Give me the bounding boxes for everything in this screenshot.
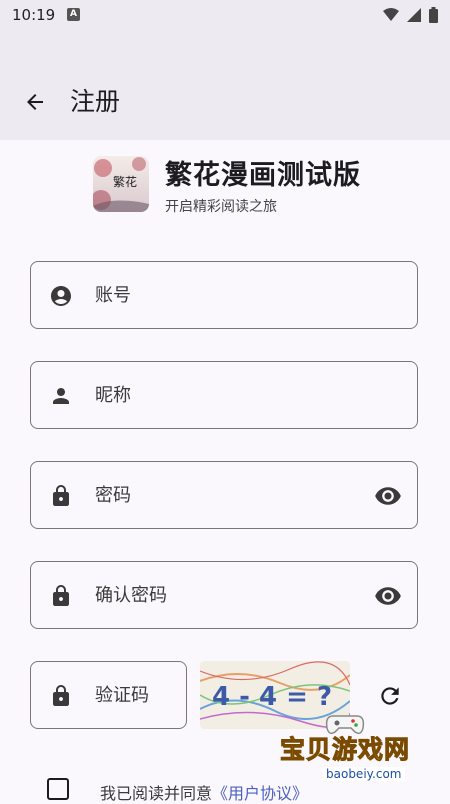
confirm-password-field[interactable]: 确认密码 <box>30 561 418 629</box>
status-bar: 10:19 A <box>0 0 450 32</box>
nickname-field[interactable]: 昵称 <box>30 361 418 429</box>
captcha-text: 4 - 4 = ? <box>212 682 332 712</box>
refresh-icon <box>381 687 399 705</box>
eye-icon <box>375 587 401 605</box>
app-logo: 繁花 <box>93 156 149 212</box>
notification-icon: A <box>67 8 80 21</box>
status-time: 10:19 <box>12 6 56 24</box>
lock-icon <box>53 685 69 706</box>
account-field[interactable]: 账号 <box>30 261 418 329</box>
refresh-captcha-button[interactable] <box>376 682 404 710</box>
account-circle-icon <box>51 286 71 306</box>
arrow-back-icon <box>27 94 43 110</box>
lock-icon <box>53 585 69 606</box>
app-name: 繁花漫画测试版 <box>165 160 361 191</box>
person-icon <box>53 388 69 404</box>
svg-text:繁花: 繁花 <box>113 174 137 189</box>
agreement-prefix: 我已阅读并同意 <box>100 784 213 803</box>
confirm-password-visibility-toggle[interactable] <box>373 582 403 610</box>
app-bar: 注册 <box>0 32 450 140</box>
page-title: 注册 <box>70 87 121 116</box>
back-button[interactable] <box>20 87 50 117</box>
password-placeholder: 密码 <box>95 485 131 506</box>
watermark-text: 宝贝游戏网 <box>279 735 411 765</box>
confirm-password-placeholder: 确认密码 <box>95 585 167 606</box>
status-icons <box>383 7 438 23</box>
app-slogan: 开启精彩阅读之旅 <box>165 199 277 215</box>
account-placeholder: 账号 <box>95 285 131 306</box>
watermark-url: baobeiy.com <box>322 767 406 781</box>
battery-icon <box>429 7 438 23</box>
agreement-checkbox[interactable] <box>47 778 69 800</box>
wifi-icon <box>383 8 399 21</box>
watermark: 宝贝游戏网 baobeiy.com <box>270 712 430 800</box>
captcha-placeholder: 验证码 <box>95 685 149 706</box>
lock-icon <box>53 485 69 506</box>
password-visibility-toggle[interactable] <box>373 482 403 510</box>
password-field[interactable]: 密码 <box>30 461 418 529</box>
nickname-placeholder: 昵称 <box>95 385 131 406</box>
captcha-field[interactable]: 验证码 <box>30 661 187 729</box>
eye-icon <box>375 487 401 505</box>
signal-icon <box>407 8 421 22</box>
